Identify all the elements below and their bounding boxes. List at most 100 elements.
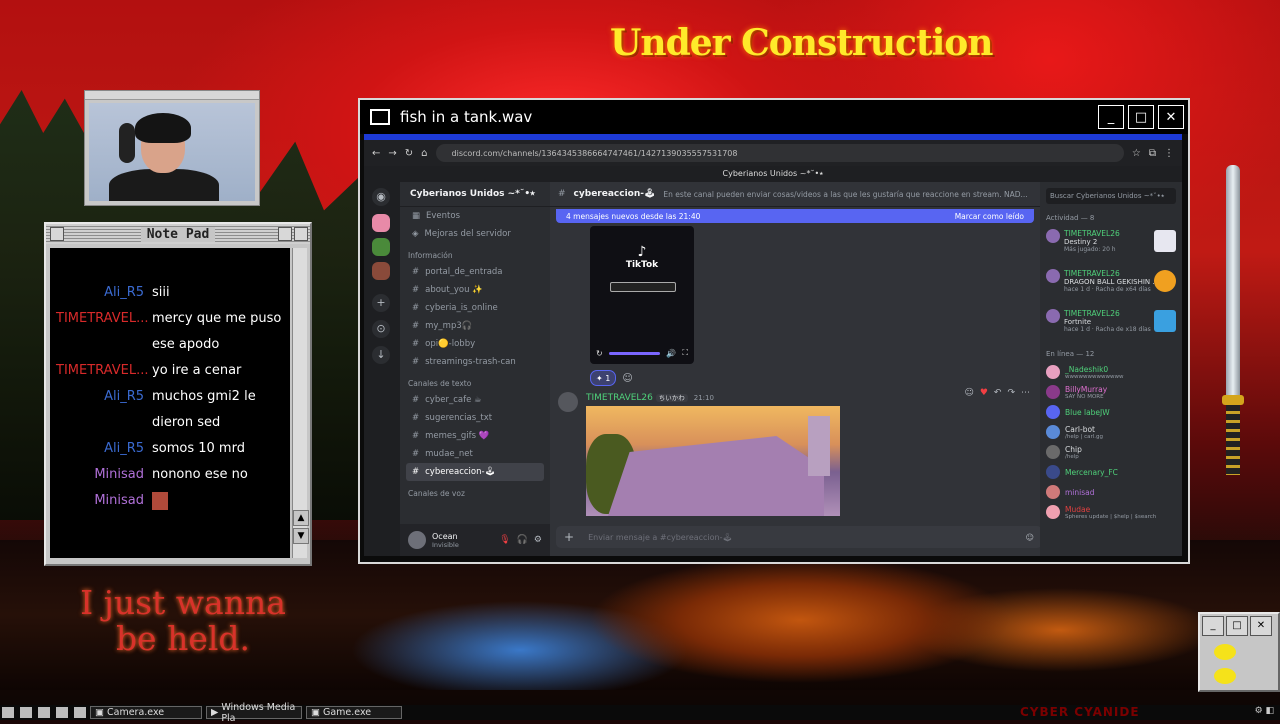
fullscreen-icon[interactable]: ⛶ xyxy=(682,348,688,358)
volume-icon[interactable]: 🔊 xyxy=(666,349,676,358)
member-item[interactable]: Chip/help xyxy=(1040,442,1182,462)
media-titlebar[interactable]: fish in a tank.wav _ □ ✕ xyxy=(360,100,1188,134)
forward-icon[interactable]: ↷ xyxy=(1007,388,1015,398)
forward-icon[interactable]: → xyxy=(388,148,396,159)
video-progress[interactable] xyxy=(608,351,661,355)
server-name[interactable]: Cyberianos Unidos ~*˘•⭑ xyxy=(400,182,550,207)
boost-item[interactable]: ◈ Mejoras del servidor xyxy=(400,225,550,243)
message-author[interactable]: TIMETRAVEL26 xyxy=(586,393,653,403)
tiktok-embed[interactable]: ♪ TikTok ↻ 🔊 ⛶ xyxy=(590,226,694,364)
notepad-titlebar[interactable]: Note Pad xyxy=(46,224,310,244)
mark-read-button[interactable]: Marcar como leído xyxy=(955,212,1024,221)
taskbar-item[interactable]: ▶ Windows Media Pla xyxy=(206,702,302,724)
member-item[interactable]: Mudae Spheres update | $help | $search xyxy=(1040,502,1182,522)
channel-item[interactable]: # about_you ✨ xyxy=(400,281,550,299)
member-item[interactable]: Blue labeJW xyxy=(1040,402,1182,422)
maximize-icon[interactable]: □ xyxy=(1226,616,1248,636)
reload-icon[interactable]: ↻ xyxy=(405,148,413,159)
minimize-icon[interactable] xyxy=(294,227,308,241)
minimize-icon[interactable]: _ xyxy=(1202,616,1224,636)
notepad-scrollbar[interactable]: ▲ ▼ xyxy=(292,248,309,558)
system-tray[interactable]: ⚙ ◧ xyxy=(1255,706,1274,716)
category-voice[interactable]: Canales de voz xyxy=(400,485,550,501)
activity-card[interactable]: TIMETRAVEL26 DRAGON BALL GEKISHIN ... hace… xyxy=(1040,266,1182,306)
heart-icon[interactable]: ♥ xyxy=(980,388,988,398)
webcam-window[interactable] xyxy=(84,90,260,206)
attach-icon[interactable]: + xyxy=(564,530,574,544)
webcam-titlebar[interactable] xyxy=(85,91,259,100)
maximize-button[interactable]: □ xyxy=(1128,105,1154,129)
mini-titlebar[interactable]: _ □ ✕ xyxy=(1200,614,1278,638)
maximize-icon[interactable] xyxy=(278,227,292,241)
category-info[interactable]: Información xyxy=(400,247,550,263)
quicklaunch-icon[interactable] xyxy=(38,707,50,718)
message-image[interactable] xyxy=(586,406,840,516)
channel-item[interactable]: # streamings-trash-can xyxy=(400,353,550,371)
category-text[interactable]: Canales de texto xyxy=(400,375,550,391)
close-button[interactable]: ✕ xyxy=(1158,105,1184,129)
member-item[interactable]: Mercenary_FC xyxy=(1040,462,1182,482)
add-server-icon[interactable]: + xyxy=(372,294,390,312)
reaction-pill[interactable]: ✦ 1 xyxy=(590,370,617,386)
media-window[interactable]: fish in a tank.wav _ □ ✕ ← → ↻ ⌂ discord… xyxy=(358,98,1190,564)
scroll-down-icon[interactable]: ▼ xyxy=(293,528,309,544)
events-item[interactable]: ▦ Eventos xyxy=(400,207,550,225)
explore-icon[interactable]: ⊙ xyxy=(372,320,390,338)
search-input[interactable]: Buscar Cyberianos Unidos ~*˘•⭑ xyxy=(1046,188,1176,204)
settings-icon[interactable]: ⚙ xyxy=(534,535,542,545)
quicklaunch-icon[interactable] xyxy=(20,707,32,718)
close-icon[interactable]: ✕ xyxy=(1250,616,1272,636)
server-icon[interactable] xyxy=(372,262,390,280)
channel-item[interactable]: # cyberia_is_online xyxy=(400,299,550,317)
quicklaunch-icon[interactable] xyxy=(74,707,86,718)
mini-window[interactable]: _ □ ✕ xyxy=(1198,612,1280,692)
extensions-icon[interactable]: ⧉ xyxy=(1149,148,1156,159)
avatar[interactable] xyxy=(558,392,578,412)
menu-icon[interactable]: ⋮ xyxy=(1164,148,1174,159)
mic-muted-icon[interactable]: 🎙 xyxy=(499,535,510,545)
channel-item[interactable]: # memes_gifs 💜 xyxy=(400,427,550,445)
channel-item[interactable]: # sugerencias_txt xyxy=(400,409,550,427)
channel-item-active[interactable]: # cybereaccion-🕹 xyxy=(406,463,544,481)
back-icon[interactable]: ← xyxy=(372,148,380,159)
emoji-picker-icon[interactable]: ☺ xyxy=(1026,533,1034,542)
member-item[interactable]: _Nadeshik0 wwwwwwwwwwwww xyxy=(1040,362,1182,382)
menu-icon[interactable] xyxy=(50,227,64,241)
message-input[interactable]: + Enviar mensaje a #cybereaccion-🕹 ☺ xyxy=(556,526,1042,548)
star-icon[interactable]: ☆ xyxy=(1132,148,1141,159)
camera-icon: ▣ xyxy=(95,707,104,718)
replay-icon[interactable]: ↻ xyxy=(596,349,603,358)
taskbar-item[interactable]: ▣ Game.exe xyxy=(306,706,402,719)
channel-topic[interactable]: En este canal pueden enviar cosas/videos… xyxy=(663,190,1027,199)
member-item[interactable]: BillyMurray SAY NO MORE xyxy=(1040,382,1182,402)
headphones-icon[interactable]: 🎧 xyxy=(517,535,528,545)
discord-home-icon[interactable]: ◉ xyxy=(372,188,390,206)
server-icon[interactable] xyxy=(372,238,390,256)
download-icon[interactable]: ↓ xyxy=(372,346,390,364)
activity-card[interactable]: TIMETRAVEL26 Fortnite hace 1 d · Racha de … xyxy=(1040,306,1182,346)
address-bar[interactable]: discord.com/channels/1364345386664747461… xyxy=(435,144,1124,162)
discord-window-title: Cyberianos Unidos ~*˘•⭑ xyxy=(364,166,1182,182)
channel-item[interactable]: # opi🟡-lobby xyxy=(400,335,550,353)
add-reaction-icon[interactable]: ☺ xyxy=(622,373,632,384)
member-item[interactable]: Carl-bot/help | carl.gg xyxy=(1040,422,1182,442)
new-messages-bar[interactable]: 4 mensajes nuevos desde las 21:40 Marcar… xyxy=(556,209,1034,223)
reply-icon[interactable]: ↶ xyxy=(994,388,1002,398)
channel-item[interactable]: # portal_de_entrada xyxy=(400,263,550,281)
member-item[interactable]: minisad xyxy=(1040,482,1182,502)
more-icon[interactable]: ⋯ xyxy=(1021,388,1030,398)
start-icon[interactable] xyxy=(2,707,14,718)
quicklaunch-icon[interactable] xyxy=(56,707,68,718)
channel-item[interactable]: # mudae_net xyxy=(400,445,550,463)
emoji-icon[interactable]: ☺ xyxy=(964,388,973,398)
notepad-window[interactable]: Note Pad Ali_R5 siii TIMETRAVEL... mercy q… xyxy=(44,222,312,566)
minimize-button[interactable]: _ xyxy=(1098,105,1124,129)
taskbar-item[interactable]: ▣ Camera.exe xyxy=(90,706,202,719)
server-icon[interactable] xyxy=(372,214,390,232)
activity-card[interactable]: TIMETRAVEL26 Destiny 2 Más jugado: 20 h xyxy=(1040,226,1182,266)
scroll-up-icon[interactable]: ▲ xyxy=(293,510,309,526)
avatar[interactable] xyxy=(408,531,426,549)
channel-item[interactable]: # my_mp3🎧 xyxy=(400,317,550,335)
home-icon[interactable]: ⌂ xyxy=(421,148,427,159)
channel-item[interactable]: # cyber_cafe ☕ xyxy=(400,391,550,409)
